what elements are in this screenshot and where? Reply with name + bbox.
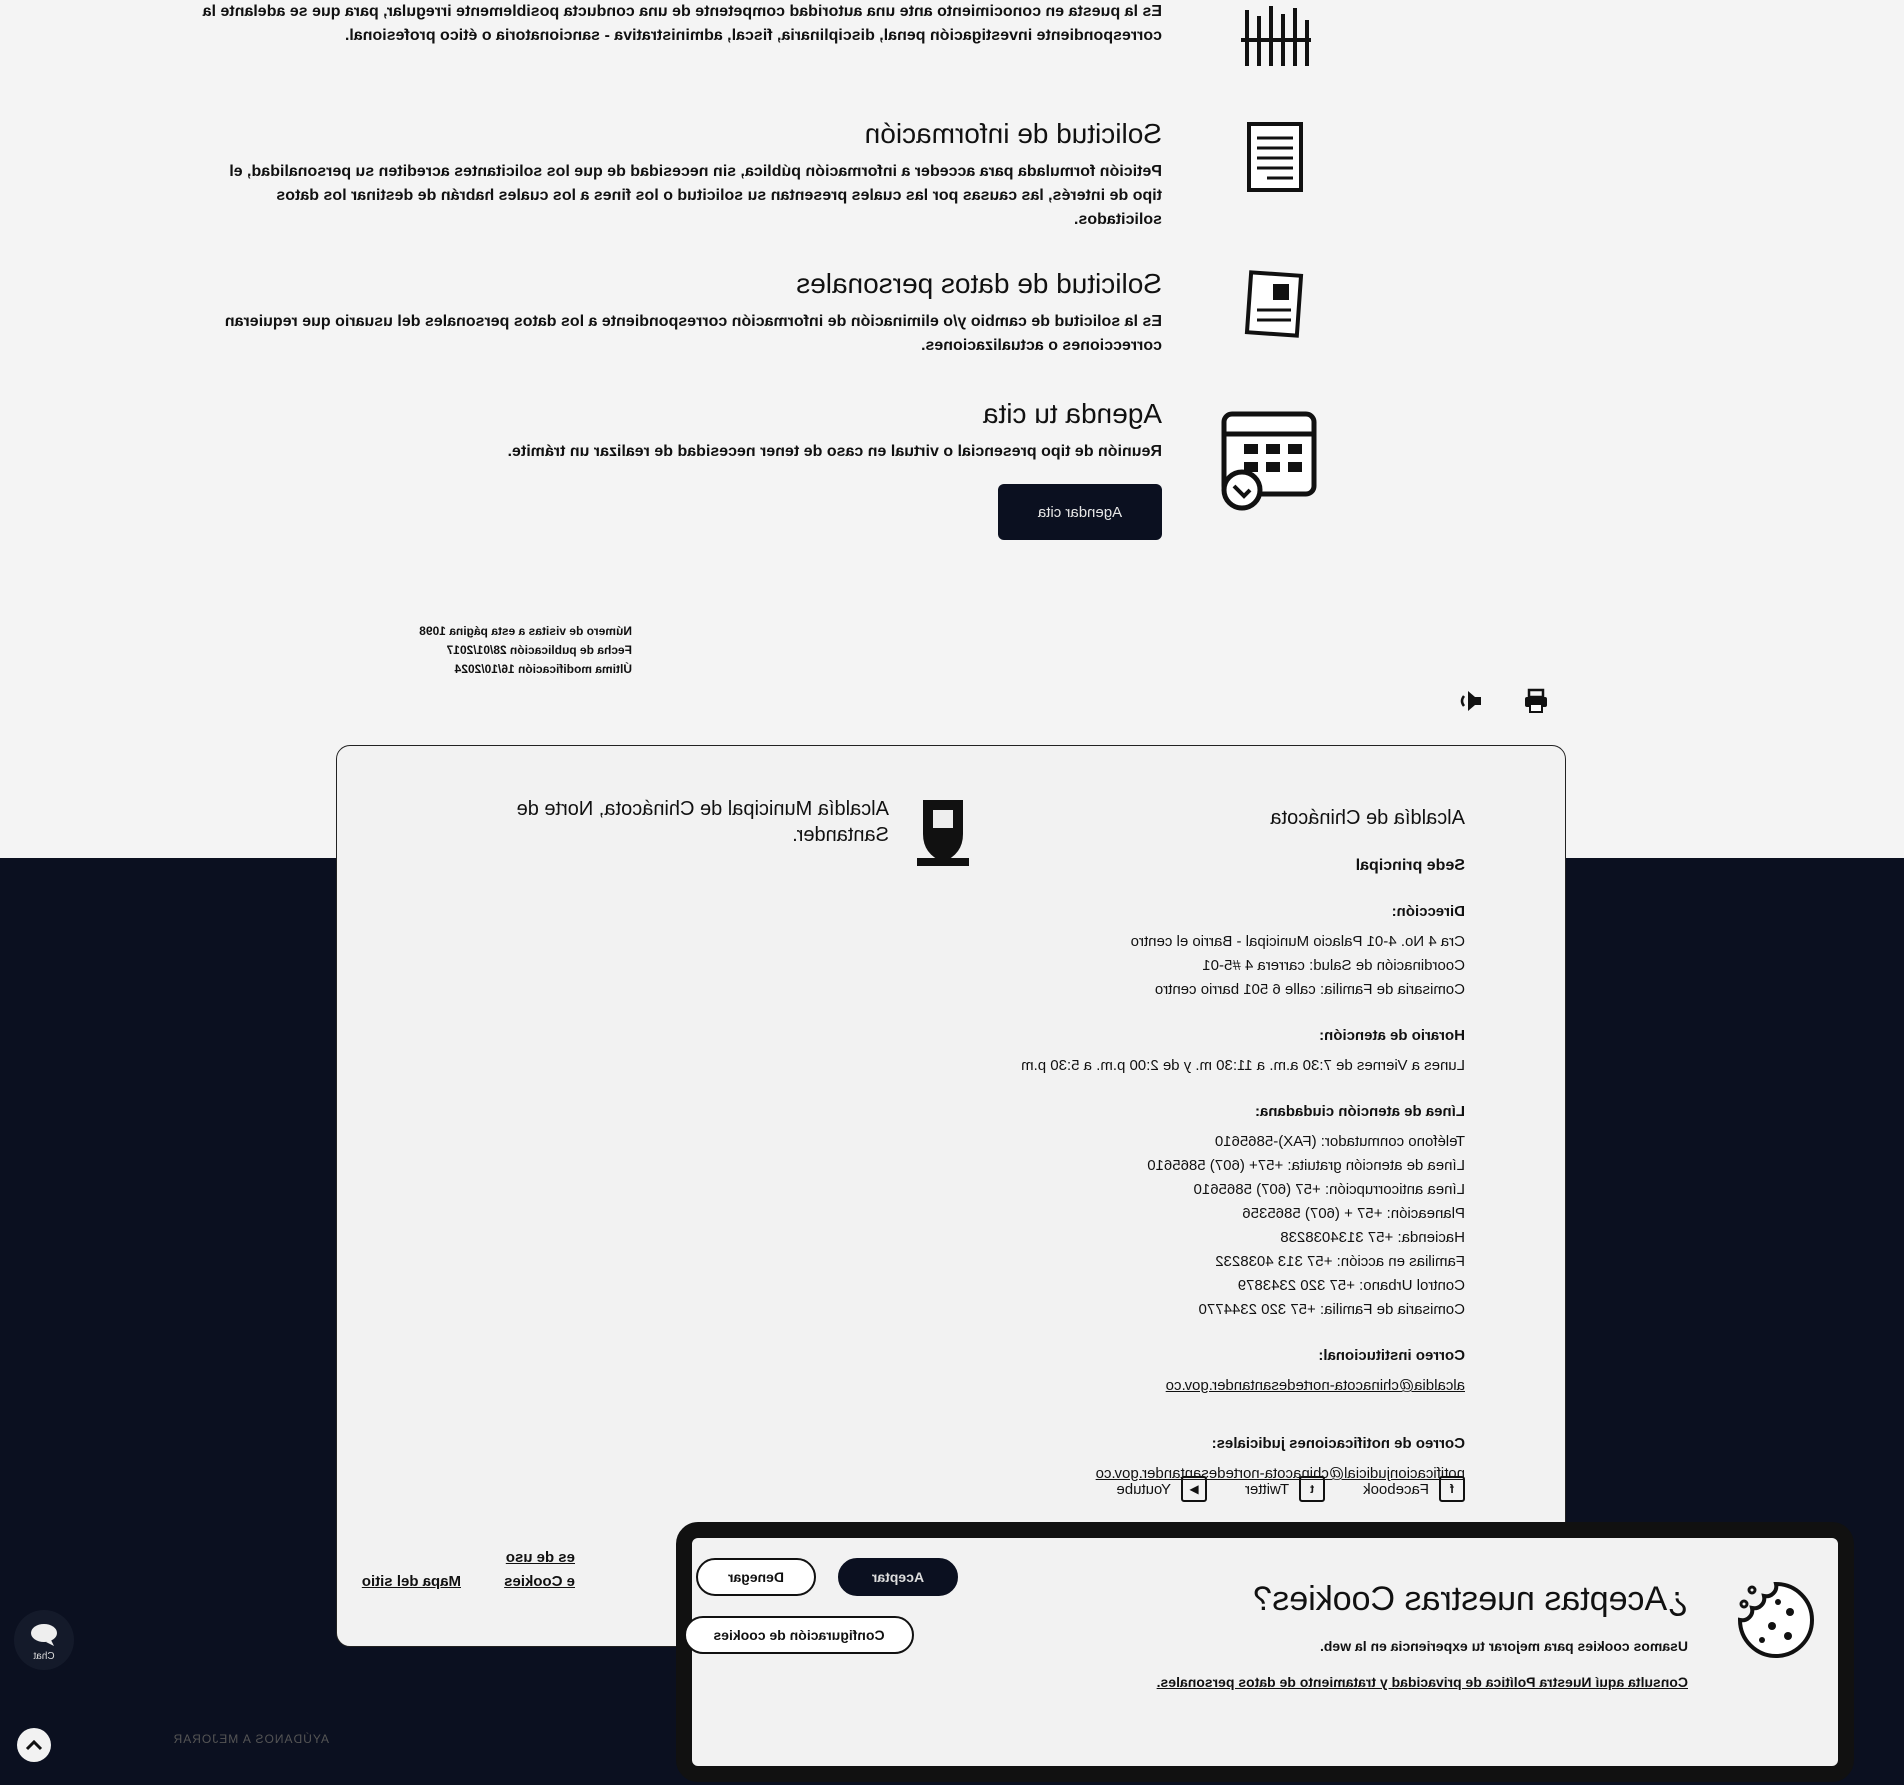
service-cita: Agenda tu cita Reunión de tipo presencia…	[222, 398, 1342, 548]
agendar-cita-button[interactable]: Agendar cita	[998, 484, 1162, 540]
service-denuncia: Es la puesta en conocimiento ante una au…	[203, 0, 1342, 70]
institutional-email-link[interactable]: alcaldia@chinacota-nortedesantander.gov.…	[1166, 1377, 1465, 1394]
page-root: Es la puesta en conocimiento ante una au…	[0, 0, 1904, 1785]
scroll-top-button[interactable]	[17, 1728, 51, 1762]
modified-date: Última modificación 16/10/2024	[454, 662, 632, 676]
legal-links: es de uso e Cookies	[504, 1546, 575, 1594]
hands-icon	[1202, 0, 1342, 70]
document-icon	[1202, 118, 1342, 198]
phone-line: Familias en acción: +57 313 4038232	[1215, 1253, 1465, 1270]
feedback-link[interactable]: AYÚDANOS A MEJORAR	[173, 1732, 329, 1746]
service-datos-title: Solicitud de datos personales	[796, 268, 1162, 299]
youtube-link[interactable]: ▶ Youtube	[1116, 1476, 1207, 1502]
cookie-title: ¿Aceptas nuestras Cookies?	[1253, 1580, 1688, 1618]
chat-bubble-icon	[31, 1624, 57, 1646]
municipal-shield-icon	[913, 796, 973, 873]
phone-line: Línea de atención gratuita: +57+ (607) 5…	[1147, 1157, 1465, 1174]
visit-count: Número de visitas a esta página 1098	[419, 624, 632, 638]
cookie-text: Usamos cookies para mejorar tu experienc…	[1319, 1638, 1688, 1654]
cookie-settings-button[interactable]: Configuración de cookies	[684, 1616, 914, 1654]
form-icon	[1202, 268, 1342, 342]
footer-brand: Alcaldía Municipal de Chinácota, Norte d…	[433, 796, 973, 873]
accept-cookies-button[interactable]: Aceptar	[838, 1558, 958, 1596]
cookies-policy-link[interactable]: e Cookies	[504, 1570, 575, 1594]
sede-label: Sede principal	[1355, 857, 1465, 874]
phone-lines-label: Línea de atención ciudadana:	[1254, 1103, 1465, 1120]
twitter-label: Twitter	[1244, 1480, 1290, 1498]
service-info[interactable]: Solicitud de información Petición formul…	[222, 118, 1342, 238]
social-links: f Facebook t Twitter ▶ Youtube	[1116, 1476, 1465, 1502]
hours-label: Horario de atención:	[1319, 1027, 1465, 1044]
twitter-icon: t	[1299, 1476, 1326, 1502]
calendar-icon	[1202, 398, 1342, 514]
youtube-label: Youtube	[1116, 1480, 1171, 1498]
twitter-link[interactable]: t Twitter	[1244, 1476, 1326, 1502]
print-icon[interactable]	[1523, 688, 1549, 719]
address-line: Coordinación de Salud: carrera 4 #5-01	[1202, 957, 1465, 974]
audio-reader-icon[interactable]	[1455, 688, 1483, 719]
service-datos[interactable]: Solicitud de datos personales Es la soli…	[222, 268, 1342, 368]
address-line: Cra 4 No. 4-01 Palacio Municipal - Barri…	[1130, 933, 1465, 950]
service-info-desc: Petición formulada para acceder a inform…	[229, 163, 1162, 228]
phone-line: Comisaria de Familia: +57 320 2344770	[1198, 1301, 1465, 1318]
judicial-email-label: Correo de notificaciones judiciales:	[1211, 1435, 1465, 1452]
page-tools	[1455, 688, 1549, 719]
facebook-link[interactable]: f Facebook	[1363, 1476, 1465, 1502]
phone-line: Línea anticorrupción: +57 (607) 5865610	[1193, 1181, 1465, 1198]
terms-of-use-link[interactable]: es de uso	[504, 1546, 575, 1570]
facebook-label: Facebook	[1363, 1480, 1429, 1498]
cookie-banner: ¿Aceptas nuestras Cookies? Usamos cookie…	[676, 1522, 1854, 1782]
youtube-icon: ▶	[1180, 1476, 1207, 1502]
sitemap-link[interactable]: Mapa del sitio	[362, 1573, 461, 1590]
address-label: Dirección:	[1391, 903, 1465, 920]
service-cita-title: Agenda tu cita	[982, 398, 1162, 429]
facebook-icon: f	[1439, 1476, 1465, 1502]
chat-label: Chat	[33, 1651, 55, 1662]
privacy-policy-link[interactable]: Consulta aquí Nuestra Política de privac…	[1128, 1670, 1688, 1694]
publish-date: Fecha de publicación 28/01/2017	[446, 643, 632, 657]
cookie-icon	[1734, 1578, 1818, 1667]
phone-line: Teléfono conmutador: (FAX)-5865610	[1214, 1133, 1465, 1150]
service-cita-desc: Reunión de tipo presencial o virtual en …	[507, 443, 1162, 460]
footer-card: Alcaldía de Chinácota Sede principal Dir…	[336, 745, 1566, 1647]
chevron-up-icon	[25, 1739, 43, 1751]
page-meta: Número de visitas a esta página 1098 Fec…	[419, 622, 632, 679]
footer-brand-name: Alcaldía Municipal de Chinácota, Norte d…	[516, 798, 889, 846]
phone-line: Control Urbano: +57 320 2343879	[1237, 1277, 1465, 1294]
email-label: Correo institucional:	[1318, 1347, 1465, 1364]
hours-text: Lunes a Viernes de 7:30 a.m. a 11:30 m. …	[1021, 1057, 1465, 1074]
contact-info: Alcaldía de Chinácota Sede principal Dir…	[945, 806, 1465, 1486]
service-datos-desc: Es la solicitud de cambio y/o eliminació…	[224, 313, 1162, 354]
chat-button[interactable]: Chat	[14, 1610, 74, 1670]
phone-line: Planeación: +57 + (607) 5865356	[1242, 1205, 1465, 1222]
phone-line: Hacienda: +57 3134038238	[1280, 1229, 1465, 1246]
service-info-title: Solicitud de información	[864, 118, 1162, 149]
service-denuncia-desc: Es la puesta en conocimiento ante una au…	[202, 3, 1162, 44]
deny-cookies-button[interactable]: Denegar	[696, 1558, 816, 1596]
address-line: Comisaria de Familia: calle 6 501 barrio…	[1154, 981, 1465, 998]
footer-title: Alcaldía de Chinácota	[1270, 807, 1465, 829]
